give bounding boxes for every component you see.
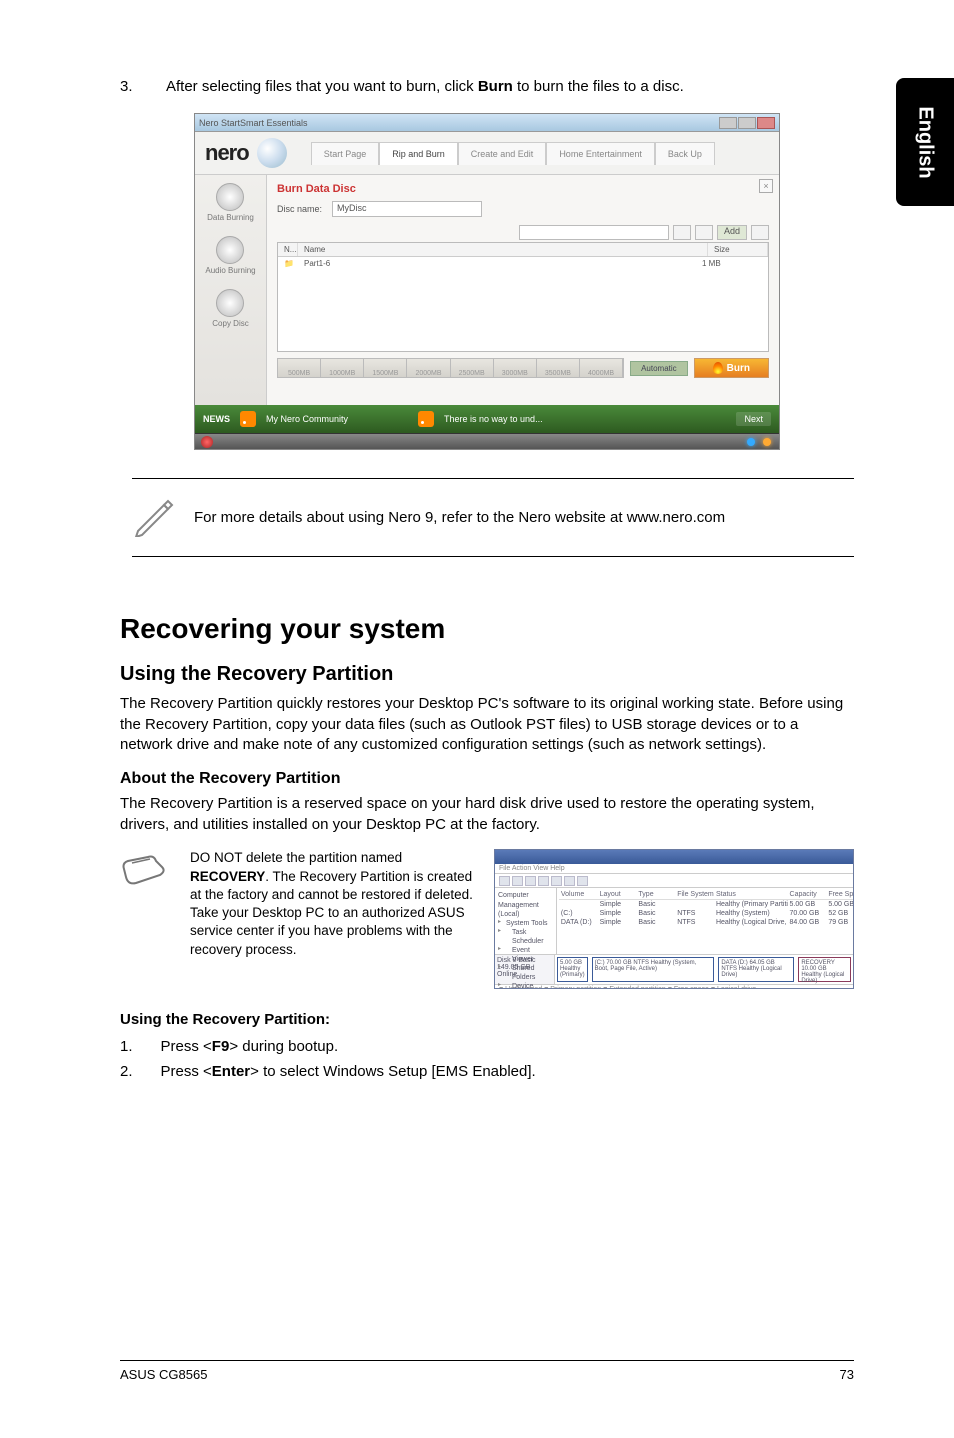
copy-disc-icon xyxy=(216,289,244,317)
page-footer: ASUS CG8565 73 xyxy=(120,1360,854,1382)
note-text: For more details about using Nero 9, ref… xyxy=(194,509,725,526)
col-num[interactable]: N... xyxy=(278,243,298,256)
language-side-tab: English xyxy=(896,78,954,206)
panel-title: Burn Data Disc xyxy=(277,183,769,195)
partition-block[interactable]: 5.00 GB Healthy (Primary) xyxy=(557,957,588,982)
volume-row[interactable]: DATA (D:)SimpleBasicNTFSHealthy (Logical… xyxy=(559,918,854,927)
panel-close-icon[interactable]: × xyxy=(759,179,773,193)
toolbar-icon[interactable] xyxy=(577,876,588,886)
capacity-gauge: 500MB 1000MB 1500MB 2000MB 2500MB 3000MB… xyxy=(277,358,624,378)
disc-name-input[interactable]: MyDisc xyxy=(332,201,482,217)
body-text: The Recovery Partition is a reserved spa… xyxy=(120,794,854,835)
burn-button[interactable]: Burn xyxy=(694,358,769,378)
list-item: 2. Press <Enter> to select Windows Setup… xyxy=(120,1063,854,1080)
volume-row[interactable]: (C:)SimpleBasicNTFSHealthy (System)70.00… xyxy=(559,909,854,918)
file-name: Part1-6 xyxy=(304,259,702,268)
remove-icon[interactable] xyxy=(751,225,769,240)
add-button[interactable]: Add xyxy=(717,225,747,240)
file-size: 1 MB xyxy=(702,259,762,268)
audio-disc-icon xyxy=(216,236,244,264)
file-list: N... Name Size 📁 Part1-6 1 MB xyxy=(277,242,769,352)
tab-start-page[interactable]: Start Page xyxy=(311,142,380,165)
nero-tabs: Start Page Rip and Burn Create and Edit … xyxy=(311,142,715,165)
power-knob-icon[interactable] xyxy=(201,436,213,448)
partition-block[interactable]: DATA (D:) 64.05 GB NTFS Healthy (Logical… xyxy=(718,957,794,982)
window-chrome-bottom xyxy=(195,433,779,449)
tab-rip-and-burn[interactable]: Rip and Burn xyxy=(379,142,458,165)
tab-back-up[interactable]: Back Up xyxy=(655,142,715,165)
step-number: 2. xyxy=(120,1063,133,1080)
flame-icon xyxy=(713,362,723,374)
partition-block[interactable]: (C:) 70.00 GB NTFS Healthy (System, Boot… xyxy=(592,957,715,982)
toolbar-icon[interactable] xyxy=(564,876,575,886)
nero-screenshot: Nero StartSmart Essentials nero Start Pa… xyxy=(194,113,780,450)
community-link[interactable]: My Nero Community xyxy=(266,414,348,424)
next-button[interactable]: Next xyxy=(736,412,771,426)
sidebar-data-burning[interactable]: Data Burning xyxy=(207,183,254,222)
step-number: 3. xyxy=(120,78,138,95)
caution-hand-icon xyxy=(120,849,176,894)
led-icon xyxy=(747,438,755,446)
rss-icon[interactable] xyxy=(418,411,434,427)
body-text: The Recovery Partition quickly restores … xyxy=(120,694,854,756)
section-heading: Recovering your system xyxy=(120,613,854,645)
toolbar-icon[interactable] xyxy=(512,876,523,886)
numbered-list: 1. Press <F9> during bootup. 2. Press <E… xyxy=(120,1038,854,1080)
up-folder-icon[interactable] xyxy=(673,225,691,240)
toolbar-icon[interactable] xyxy=(525,876,536,886)
toolbar-icon[interactable] xyxy=(551,876,562,886)
pen-icon xyxy=(132,493,176,542)
led-icon xyxy=(763,438,771,446)
col-size[interactable]: Size xyxy=(708,243,768,256)
minimize-icon[interactable] xyxy=(719,117,737,129)
procedure-heading: Using the Recovery Partition: xyxy=(120,1011,854,1028)
rss-icon[interactable] xyxy=(240,411,256,427)
sidebar-audio-burning[interactable]: Audio Burning xyxy=(205,236,255,275)
dm-volume-list: VolumeLayoutTypeFile SystemStatusCapacit… xyxy=(557,888,854,954)
page-number: 73 xyxy=(840,1367,854,1382)
toolbar-icon[interactable] xyxy=(499,876,510,886)
list-item: 1. Press <F9> during bootup. xyxy=(120,1038,854,1055)
step-text: After selecting files that you want to b… xyxy=(166,78,684,95)
location-dropdown[interactable] xyxy=(519,225,669,240)
tab-create-and-edit[interactable]: Create and Edit xyxy=(458,142,547,165)
tab-home-entertainment[interactable]: Home Entertainment xyxy=(546,142,655,165)
nero-sidebar: Data Burning Audio Burning Copy Disc xyxy=(195,175,267,405)
window-title: Nero StartSmart Essentials xyxy=(199,118,308,128)
sidebar-copy-disc[interactable]: Copy Disc xyxy=(212,289,248,328)
globe-icon xyxy=(257,138,287,168)
partition-recovery-block[interactable]: RECOVERY 10.00 GB Healthy (Logical Drive… xyxy=(798,957,851,982)
close-icon[interactable] xyxy=(757,117,775,129)
dm-menu: File Action View Help xyxy=(495,864,853,874)
view-icon[interactable] xyxy=(695,225,713,240)
maximize-icon[interactable] xyxy=(738,117,756,129)
nero-logo: nero xyxy=(205,140,249,166)
news-ticker: There is no way to und... xyxy=(444,414,543,424)
dm-tree: Computer Management (Local) System Tools… xyxy=(495,888,557,954)
disc-icon xyxy=(216,183,244,211)
news-label: NEWS xyxy=(203,414,230,424)
disc-type-dropdown[interactable]: Automatic xyxy=(630,361,688,376)
col-name[interactable]: Name xyxy=(298,243,708,256)
dm-titlebar xyxy=(495,850,853,864)
footer-product: ASUS CG8565 xyxy=(120,1367,207,1382)
subsection-heading: Using the Recovery Partition xyxy=(120,663,854,686)
disk-management-screenshot: File Action View Help Computer Managemen… xyxy=(494,849,854,989)
language-label: English xyxy=(914,106,937,178)
note-box: For more details about using Nero 9, ref… xyxy=(132,478,854,557)
window-titlebar: Nero StartSmart Essentials xyxy=(195,114,779,132)
volume-row[interactable]: SimpleBasicHealthy (Primary Partition)5.… xyxy=(559,900,854,909)
step-number: 1. xyxy=(120,1038,133,1055)
disc-name-label: Disc name: xyxy=(277,204,322,214)
warning-text: DO NOT delete the partition named RECOVE… xyxy=(190,849,480,958)
file-row[interactable]: 📁 Part1-6 1 MB xyxy=(278,257,768,270)
toolbar-icon[interactable] xyxy=(538,876,549,886)
step-3: 3. After selecting files that you want t… xyxy=(120,78,854,95)
subsection-heading: About the Recovery Partition xyxy=(120,770,854,788)
dm-toolbar xyxy=(495,874,853,888)
